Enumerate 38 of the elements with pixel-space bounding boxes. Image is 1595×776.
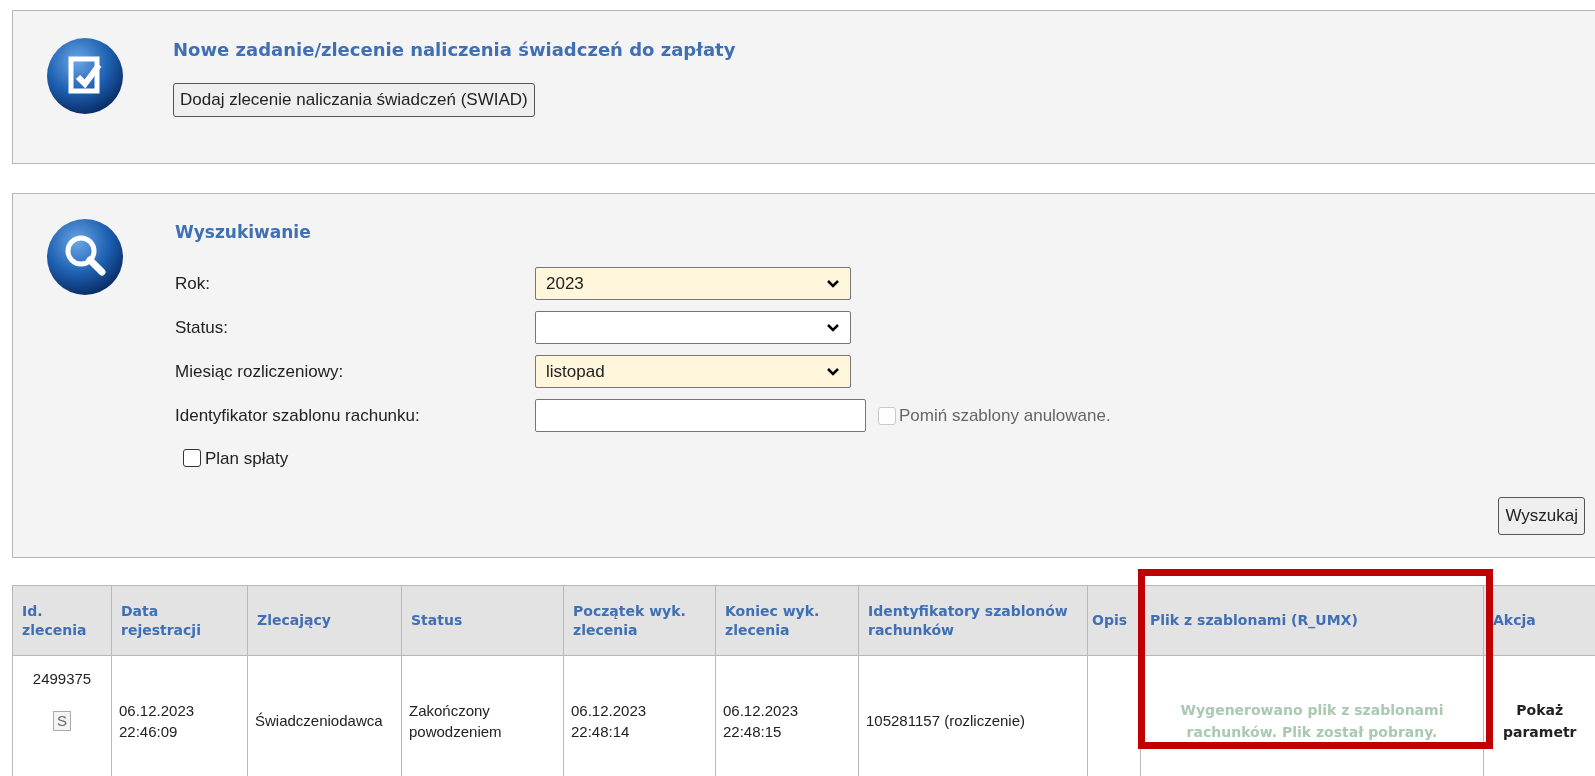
column-header: Koniec wyk. zlecenia [715, 585, 859, 656]
section-title: Wyszukiwanie [175, 221, 312, 244]
table-cell: 06.12.2023 22:46:09 [119, 701, 195, 740]
caret-icon [826, 366, 840, 377]
field-label: Status: [175, 316, 229, 339]
input-field[interactable] [535, 399, 866, 432]
checklist-icon [46, 37, 124, 115]
status-badge: S [53, 710, 71, 731]
field-label: Identyfikator szablonu rachunku: [175, 404, 421, 427]
column-header: Data rejestracji [111, 585, 248, 656]
field-label: Miesiąc rozliczeniowy: [175, 360, 345, 383]
column-header: Akcja [1483, 585, 1595, 656]
table-cell: Zakończony powodzeniem [409, 701, 502, 740]
search-icon [46, 218, 124, 296]
section-title: Nowe zadanie/zlecenie naliczenia świadczeń do zapłaty [173, 38, 736, 62]
column-header: Identyfikatory szablonów rachunków [858, 585, 1088, 656]
table-cell: 06.12.2023 22:48:14 [571, 701, 647, 740]
caret-icon [826, 322, 840, 333]
column-header: Zlecający [247, 585, 402, 656]
table-cell: 105281157 (rozliczenie) [866, 712, 1025, 729]
search-button[interactable]: Wyszukaj [1498, 497, 1585, 535]
column-header: Status [401, 585, 564, 656]
checkbox-label: Pomiń szablony anulowane. [899, 404, 1111, 427]
table-cell-text: 2499375 [32, 669, 92, 689]
select-field[interactable]: listopad [535, 355, 851, 388]
checkbox[interactable] [183, 449, 201, 468]
checkbox-label: Plan spłaty [205, 447, 289, 470]
field-label: Rok: [175, 272, 211, 295]
table-cell: Świadczeniodawca [255, 712, 383, 729]
select-field[interactable]: 2023 [535, 267, 851, 300]
column-header: Id. zlecenia [12, 585, 112, 656]
table-cell: 06.12.2023 22:48:15 [723, 701, 799, 740]
file-status-text: Wygenerowano plik z szablonami rachunków. Plik został pobrany. [1180, 701, 1444, 740]
column-header: Opis [1087, 585, 1141, 656]
caret-icon [826, 278, 840, 289]
add-task-button[interactable]: Dodaj zlecenie naliczania świadczeń (SWIAD) [173, 83, 535, 117]
column-header: Początek wyk. zlecenia [563, 585, 716, 656]
select-field[interactable] [535, 311, 851, 344]
